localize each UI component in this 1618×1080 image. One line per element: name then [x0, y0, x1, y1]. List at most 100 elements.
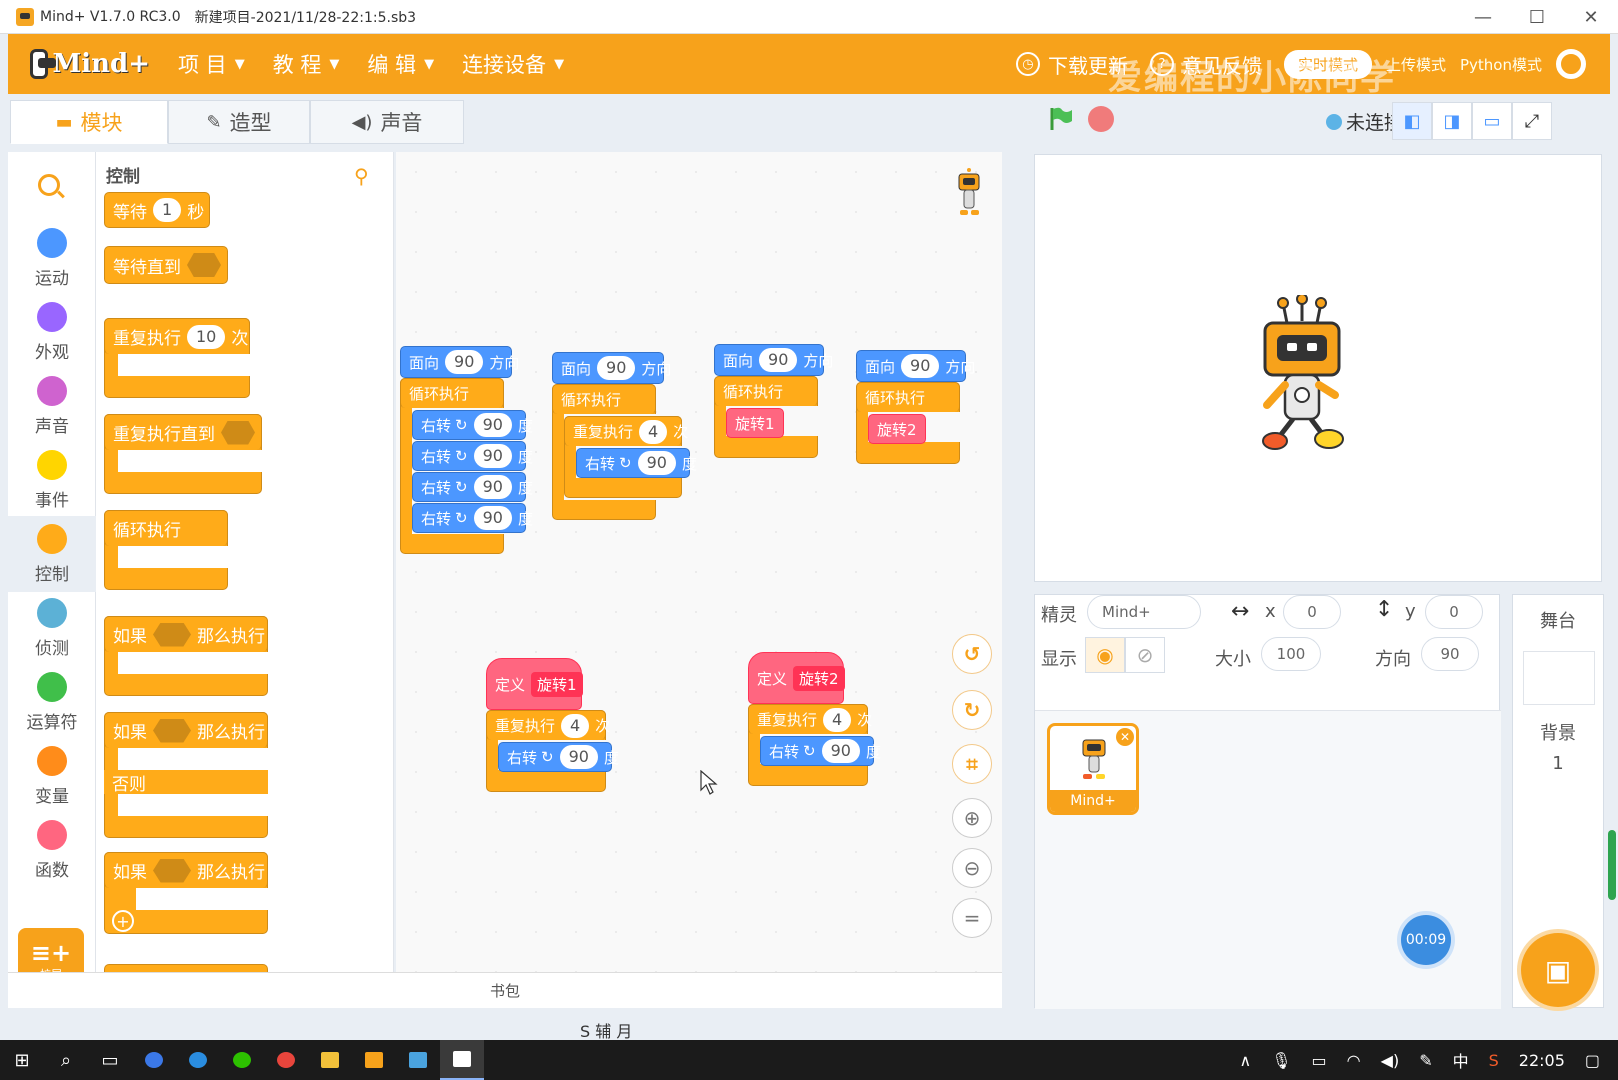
app-window-icon[interactable]	[396, 1040, 440, 1080]
minimize-button[interactable]: —	[1456, 0, 1510, 34]
x-input[interactable]: 0	[1283, 595, 1341, 629]
zoom-in-icon[interactable]: ⊕	[952, 798, 992, 838]
def2-turn-right[interactable]: 右转 ↻ 90 度	[760, 736, 881, 766]
category-control[interactable]: 控制	[8, 516, 96, 592]
direction-input[interactable]: 90	[759, 348, 798, 372]
green-flag-icon[interactable]	[1048, 106, 1074, 132]
notification-icon[interactable]: ▢	[1585, 1051, 1600, 1070]
palette-if-header[interactable]: 如果 那么执行	[104, 616, 268, 652]
category-operators[interactable]: 运算符	[8, 664, 96, 740]
tab-blocks[interactable]: ▬ 模块	[10, 100, 168, 144]
pen-icon[interactable]: ✎	[1419, 1051, 1432, 1070]
script1-face-direction[interactable]: 面向 90 方向	[400, 346, 519, 378]
condition-slot[interactable]	[221, 420, 255, 445]
maximize-button[interactable]: ☐	[1510, 0, 1564, 34]
stage-selector-panel[interactable]: 舞台 背景 1 ▣	[1512, 594, 1604, 1008]
sprite-name-input[interactable]: Mind+	[1087, 595, 1201, 629]
script2-turn-right[interactable]: 右转 ↻ 90 度	[576, 448, 697, 478]
script1-forever-header[interactable]: 循环执行	[400, 378, 504, 408]
taskbar-search-icon[interactable]: ⌕	[44, 1040, 88, 1080]
zoom-reset-icon[interactable]: =	[952, 898, 992, 938]
realtime-mode-button[interactable]: 实时模式	[1283, 49, 1372, 79]
define-rotate1-hat[interactable]: 定义 旋转1	[486, 658, 583, 710]
scrollbar-thumb[interactable]	[1608, 830, 1616, 900]
category-sensing[interactable]: 侦测	[8, 590, 96, 666]
palette-repeat-header[interactable]: 重复执行 10 次	[104, 318, 250, 354]
backpack-bar[interactable]: 书包	[8, 972, 1002, 1008]
palette-if-header-2[interactable]: 如果 那么执行	[104, 852, 268, 888]
condition-slot[interactable]	[153, 858, 191, 883]
mindplus-taskbar-icon[interactable]	[352, 1040, 396, 1080]
degrees-input[interactable]: 90	[473, 475, 512, 499]
delete-sprite-icon[interactable]: ✕	[1116, 728, 1134, 746]
wifi-icon[interactable]: ◠	[1347, 1051, 1361, 1070]
script3-forever-header[interactable]: 循环执行	[714, 376, 818, 406]
script4-call-rotate2[interactable]: 旋转2	[868, 414, 926, 444]
degrees-input[interactable]: 90	[559, 745, 598, 769]
condition-slot[interactable]	[153, 718, 191, 743]
category-motion[interactable]: 运动	[8, 220, 96, 296]
category-functions[interactable]: 函数	[8, 812, 96, 888]
category-events[interactable]: 事件	[8, 442, 96, 518]
wait-seconds-input[interactable]: 1	[153, 198, 182, 222]
tab-sounds[interactable]: ◀) 声音	[310, 100, 464, 144]
script-canvas[interactable]: 面向 90 方向 循环执行 右转 ↻ 90 度 右转 ↻ 90 度 右转 ↻ 90 度 右转 ↻ 90 度 …	[396, 152, 1002, 972]
direction-input[interactable]: 90	[1421, 637, 1479, 671]
category-looks[interactable]: 外观	[8, 294, 96, 370]
tab-costumes[interactable]: ✎ 造型	[168, 100, 310, 144]
script1-turn-right-1[interactable]: 右转 ↻ 90 度	[412, 410, 533, 440]
palette-if-else-header[interactable]: 如果 那么执行	[104, 712, 268, 748]
task-view-icon[interactable]: ▭	[88, 1040, 132, 1080]
direction-input[interactable]: 90	[901, 354, 940, 378]
zoom-out-icon[interactable]: ⊖	[952, 848, 992, 888]
feedback-button[interactable]: ? 意见反馈	[1149, 50, 1262, 79]
menu-connect-device[interactable]: 连接设备 ▼	[462, 49, 564, 79]
degrees-input[interactable]: 90	[473, 506, 512, 530]
degrees-input[interactable]: 90	[821, 739, 860, 763]
repeat-count-input[interactable]: 4	[823, 707, 852, 732]
settings-gear-icon[interactable]	[1556, 49, 1586, 79]
hide-eye-icon[interactable]: ⊘	[1125, 637, 1165, 673]
direction-input[interactable]: 90	[445, 350, 484, 374]
script4-forever-header[interactable]: 循环执行	[856, 382, 960, 412]
clock-time[interactable]: 22:05	[1519, 1051, 1565, 1070]
script2-face-direction[interactable]: 面向 90 方向	[552, 352, 671, 384]
fullscreen-icon[interactable]: ⤢	[1512, 102, 1552, 140]
close-button[interactable]: ✕	[1564, 0, 1618, 34]
repeat-count-input[interactable]: 4	[561, 713, 590, 738]
python-mode-button[interactable]: Python模式	[1460, 54, 1542, 75]
palette-wait-until-block[interactable]: 等待直到	[104, 246, 228, 284]
y-input[interactable]: 0	[1425, 595, 1483, 629]
capcut-icon[interactable]	[440, 1040, 484, 1080]
repeat-count-input[interactable]: 4	[639, 419, 668, 444]
redo-icon[interactable]: ↻	[952, 690, 992, 730]
def2-repeat-header[interactable]: 重复执行 4 次	[748, 704, 872, 734]
windows-start-icon[interactable]: ⊞	[0, 1040, 44, 1080]
add-branch-icon[interactable]: +	[112, 910, 134, 932]
palette-repeat-until-header[interactable]: 重复执行直到	[104, 414, 262, 450]
palette-forever-header[interactable]: 循环执行	[104, 510, 228, 546]
script1-turn-right-3[interactable]: 右转 ↻ 90 度	[412, 472, 533, 502]
palette-wait-block[interactable]: 等待 1 秒	[104, 192, 210, 228]
condition-slot[interactable]	[187, 253, 221, 277]
search-icon[interactable]	[38, 174, 60, 196]
direction-input[interactable]: 90	[597, 356, 636, 380]
script3-call-rotate1[interactable]: 旋转1	[726, 408, 784, 438]
script4-face-direction[interactable]: 面向 90 方向	[856, 350, 975, 382]
edge-browser-icon[interactable]	[176, 1040, 220, 1080]
sogou-ime-icon[interactable]: S	[1489, 1051, 1499, 1070]
def1-turn-right[interactable]: 右转 ↻ 90 度	[498, 742, 619, 772]
crop-icon[interactable]: ⌗	[952, 744, 992, 784]
degrees-input[interactable]: 90	[473, 444, 512, 468]
repeat-count-input[interactable]: 10	[187, 324, 226, 349]
condition-slot[interactable]	[153, 622, 191, 647]
chrome-icon[interactable]	[264, 1040, 308, 1080]
microphone-icon[interactable]: 🎙	[1271, 1051, 1291, 1070]
pin-icon[interactable]: ⚲	[354, 164, 372, 188]
menu-tutorial[interactable]: 教 程 ▼	[273, 49, 340, 79]
download-update-button[interactable]: ◷ 下载更新	[1015, 50, 1128, 79]
battery-icon[interactable]: ▭	[1312, 1051, 1327, 1070]
degrees-input[interactable]: 90	[473, 413, 512, 437]
script2-repeat-header[interactable]: 重复执行 4 次	[564, 416, 688, 446]
add-backdrop-image-icon[interactable]: ▣	[1521, 933, 1595, 1007]
